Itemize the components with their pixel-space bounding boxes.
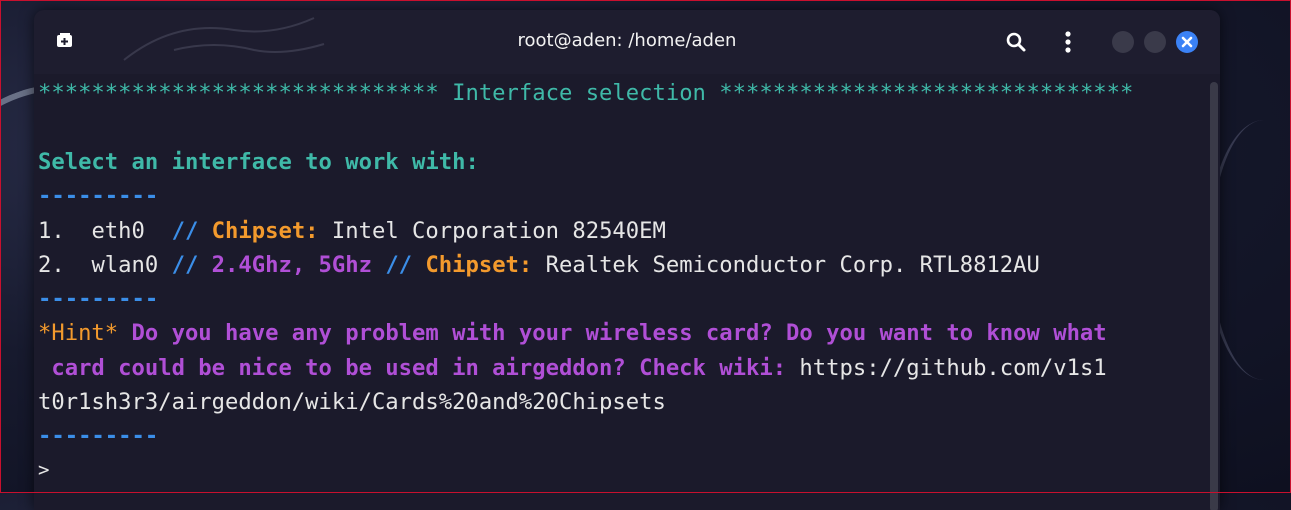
titlebar: root@aden: /home/aden xyxy=(34,10,1220,74)
separator: --------- xyxy=(38,183,159,209)
kebab-menu-icon[interactable] xyxy=(1056,28,1080,56)
wiki-link-cont[interactable]: t0r1sh3r3/airgeddon/wiki/Cards%20and%20C… xyxy=(38,389,666,415)
maximize-button[interactable] xyxy=(1144,31,1166,53)
close-button[interactable] xyxy=(1176,31,1198,53)
header-label: Interface selection xyxy=(438,80,720,106)
minimize-button[interactable] xyxy=(1112,31,1134,53)
window-title: root@aden: /home/aden xyxy=(517,30,737,51)
scrollbar[interactable] xyxy=(1210,82,1218,510)
interface-row-2: 2. wlan0 // 2.4Ghz, 5Ghz // Chipset: Rea… xyxy=(38,252,1040,278)
interface-row-1: 1. eth0 // Chipset: Intel Corporation 82… xyxy=(38,218,666,244)
header-stars-right: ******************************* xyxy=(719,80,1134,106)
hint-line-2: card could be nice to be used in airgedd… xyxy=(38,355,1107,381)
hint-tag: *Hint* xyxy=(38,320,119,346)
header-line: ****************************** Interface… xyxy=(38,76,1133,110)
hint-line-1: *Hint* Do you have any problem with your… xyxy=(38,320,1107,346)
separator: --------- xyxy=(38,286,159,312)
terminal-window: root@aden: /home/aden ******************… xyxy=(34,10,1220,510)
separator: --------- xyxy=(38,423,159,449)
hint-line-3: t0r1sh3r3/airgeddon/wiki/Cards%20and%20C… xyxy=(38,385,666,419)
terminal-output[interactable]: ****************************** Interface… xyxy=(34,74,1210,510)
close-icon xyxy=(1181,36,1193,48)
search-icon[interactable] xyxy=(1004,30,1028,54)
header-stars-left: ****************************** xyxy=(38,80,439,106)
select-heading: Select an interface to work with: xyxy=(38,149,479,175)
input-prompt[interactable]: > xyxy=(38,453,49,487)
wiki-link[interactable]: https://github.com/v1s1 xyxy=(786,355,1106,381)
